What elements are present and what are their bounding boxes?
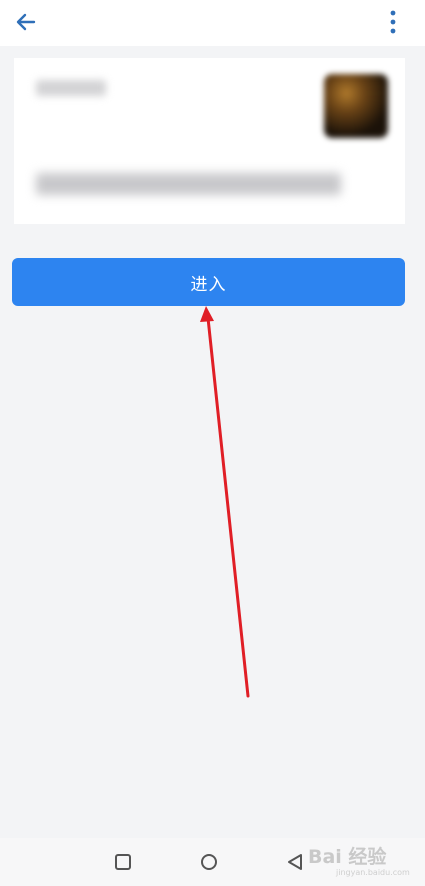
more-options-button[interactable] (378, 6, 408, 38)
recents-button[interactable] (107, 846, 139, 878)
triangle-back-icon (288, 854, 302, 870)
home-button[interactable] (193, 846, 225, 878)
system-nav-bar: Bai 经验 jingyan.baidu.com (0, 838, 425, 886)
top-app-bar (0, 0, 425, 46)
baidu-jingyan-watermark: Bai 经验 jingyan.baidu.com (308, 842, 420, 882)
square-icon (115, 854, 131, 870)
nav-back-button[interactable] (279, 846, 311, 878)
watermark-brand: Bai 经验 (308, 846, 387, 868)
card-description-blurred (36, 173, 341, 195)
circle-icon (201, 854, 217, 870)
back-button[interactable] (10, 6, 42, 38)
more-vert-icon (390, 10, 396, 34)
watermark-url: jingyan.baidu.com (336, 868, 410, 877)
card-thumbnail (324, 74, 388, 138)
content-card (14, 58, 405, 224)
enter-button[interactable]: 进入 (12, 258, 405, 306)
card-title-blurred (36, 80, 106, 96)
arrow-left-icon (16, 13, 36, 31)
